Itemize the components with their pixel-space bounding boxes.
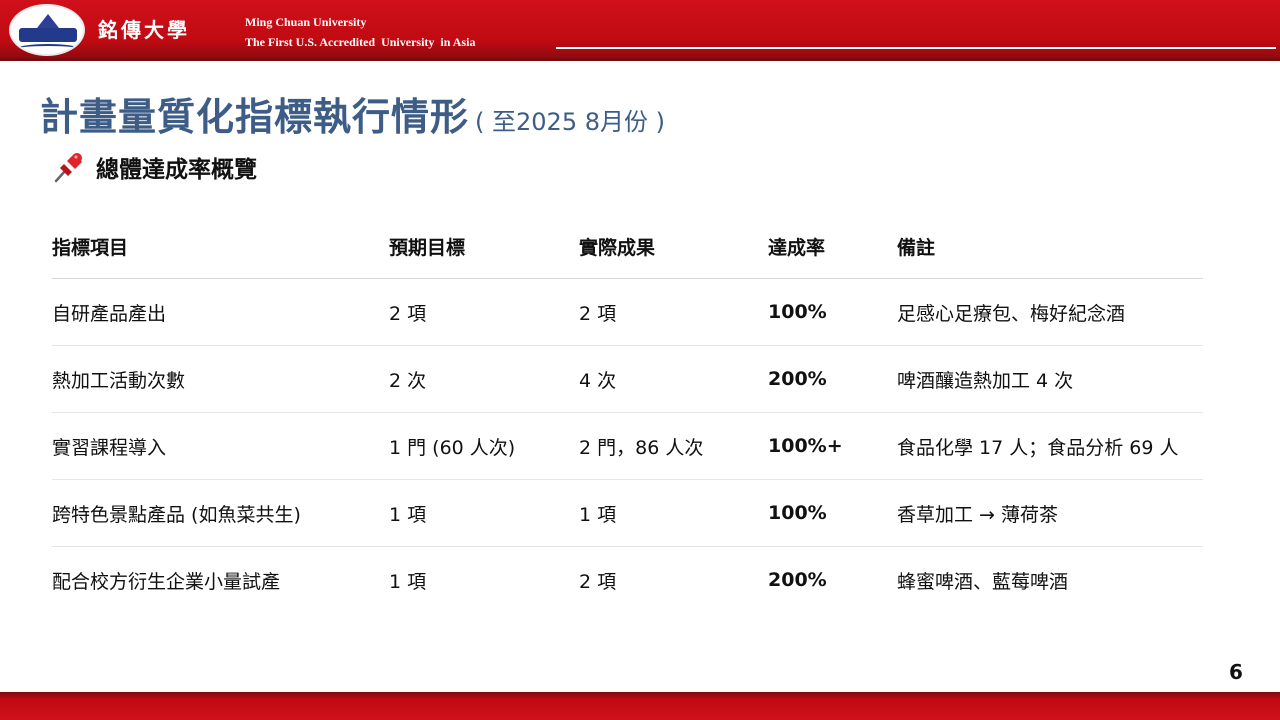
table-row: 熱加工活動次數 2 次 4 次 200% 啤酒釀造熱加工 4 次 (52, 346, 1203, 413)
cell-rate: 200% (768, 368, 827, 390)
table-row: 跨特色景點產品 (如魚菜共生) 1 項 1 項 100% 香草加工 → 薄荷茶 (52, 480, 1203, 547)
footer-bar (0, 692, 1280, 720)
university-english-name: Ming Chuan University The First U.S. Acc… (245, 12, 475, 52)
cell-indicator: 熱加工活動次數 (52, 369, 186, 392)
title-row: 計畫量質化指標執行情形( 至2025 8月份 ) (40, 86, 665, 141)
univ-en-line1: Ming Chuan University (245, 15, 367, 29)
cell-result: 1 項 (579, 503, 617, 526)
header-result: 實際成果 (579, 236, 656, 259)
cell-result: 2 項 (579, 570, 617, 593)
page-title: 計畫量質化指標執行情形 (40, 95, 470, 139)
cell-notes: 足感心足療包、梅好紀念酒 (897, 302, 1126, 325)
univ-en-line2: The First U.S. Accredited University in … (245, 35, 476, 49)
pushpin-icon (54, 153, 82, 183)
header-indicator: 指標項目 (52, 236, 129, 259)
cell-rate: 100%+ (768, 435, 843, 457)
cell-target: 1 項 (389, 503, 427, 526)
cell-target: 1 項 (389, 570, 427, 593)
cell-indicator: 配合校方衍生企業小量試產 (52, 570, 281, 593)
section-title: 總體達成率概覽 (96, 157, 257, 183)
table-row: 自研產品產出 2 項 2 項 100% 足感心足療包、梅好紀念酒 (52, 279, 1203, 346)
cell-rate: 100% (768, 502, 827, 524)
cell-notes: 香草加工 → 薄荷茶 (897, 503, 1058, 526)
cell-result: 2 項 (579, 302, 617, 325)
kpi-table: 指標項目 預期目標 實際成果 達成率 備註 自研產品產出 2 項 2 項 100… (52, 214, 1203, 613)
header-rate: 達成率 (768, 236, 826, 259)
table-row: 配合校方衍生企業小量試產 1 項 2 項 200% 蜂蜜啤酒、藍莓啤酒 (52, 547, 1203, 614)
header-divider-line (556, 47, 1276, 49)
cell-target: 2 次 (389, 369, 427, 392)
header-shadow (0, 58, 1280, 61)
cell-target: 2 項 (389, 302, 427, 325)
cell-indicator: 跨特色景點產品 (如魚菜共生) (52, 503, 301, 526)
cell-target: 1 門 (60 人次) (389, 436, 516, 459)
cell-result: 2 門，86 人次 (579, 436, 704, 459)
table-header-row: 指標項目 預期目標 實際成果 達成率 備註 (52, 214, 1203, 279)
page-title-suffix: ( 至2025 8月份 ) (475, 108, 665, 136)
cell-indicator: 自研產品產出 (52, 302, 167, 325)
cell-result: 4 次 (579, 369, 617, 392)
cell-notes: 蜂蜜啤酒、藍莓啤酒 (897, 570, 1069, 593)
cell-rate: 100% (768, 301, 827, 323)
university-logo (9, 4, 85, 56)
header-target: 預期目標 (389, 236, 466, 259)
logo-name: 銘傳大學 (98, 18, 190, 42)
cell-notes: 啤酒釀造熱加工 4 次 (897, 369, 1074, 392)
table-row: 實習課程導入 1 門 (60 人次) 2 門，86 人次 100%+ 食品化學 … (52, 413, 1203, 480)
cell-indicator: 實習課程導入 (52, 436, 167, 459)
header-bar (0, 0, 1280, 58)
page-number: 6 (1229, 660, 1243, 684)
cell-notes: 食品化學 17 人；食品分析 69 人 (897, 436, 1179, 459)
section-heading: 總體達成率概覽 (52, 150, 257, 184)
header-notes: 備註 (897, 236, 936, 259)
cell-rate: 200% (768, 569, 827, 591)
